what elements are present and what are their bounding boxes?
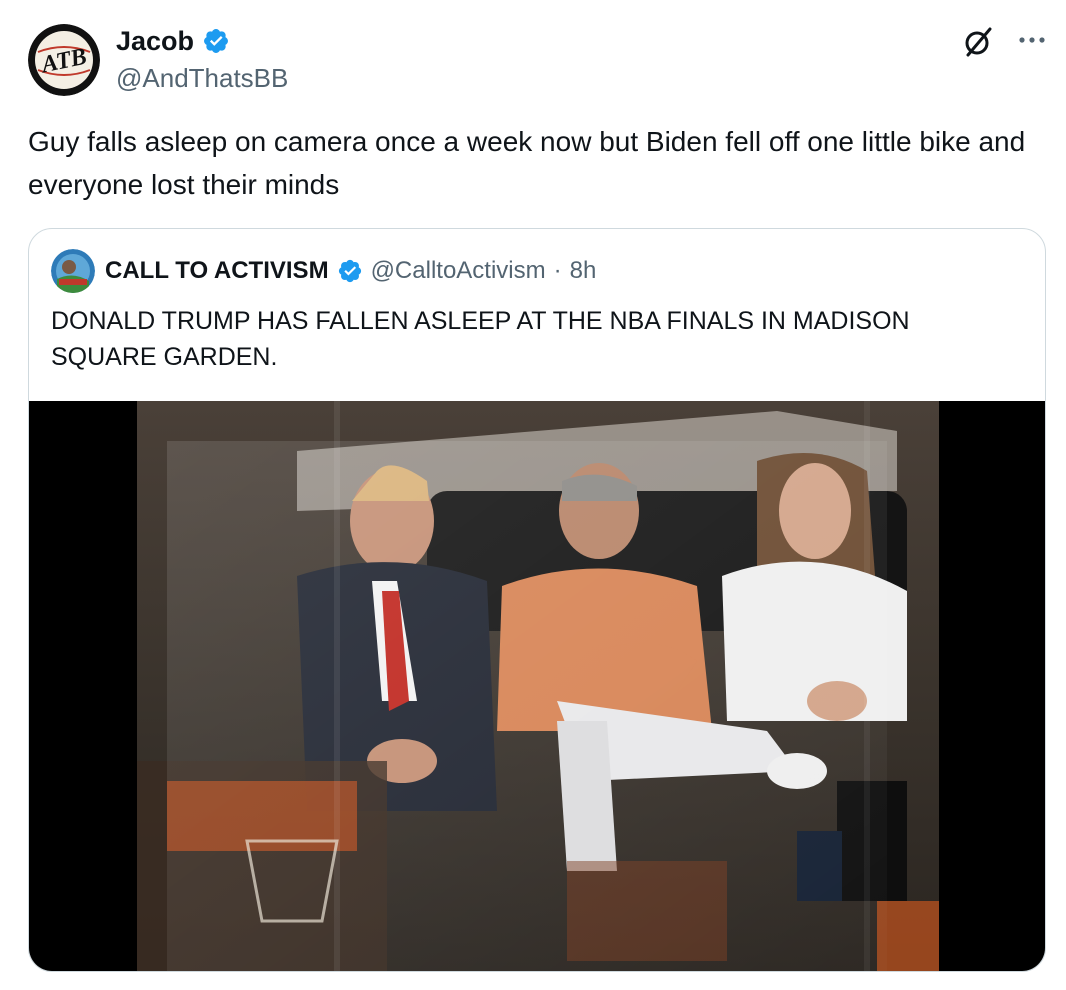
grok-icon[interactable] [960,24,996,60]
atb-logo-icon: ATB [28,24,100,96]
video-thumbnail[interactable] [137,401,939,972]
author-display-name[interactable]: Jacob [116,24,194,58]
verified-badge-icon [338,259,361,283]
quoted-tweet-text: DONALD TRUMP HAS FALLEN ASLEEP AT THE NB… [51,307,910,371]
avatar-image [51,249,95,293]
meta-separator: · [553,257,562,284]
quoted-author-name[interactable]: CALL TO ACTIVISM [105,255,329,287]
author-name-row[interactable]: Jacob [116,24,230,58]
verified-badge-icon [204,29,229,53]
quoted-tweet-header: CALL TO ACTIVISM @CalltoActivism · 8h [105,255,596,287]
quoted-media-container[interactable] [29,401,1045,972]
quoted-author-handle[interactable]: @CalltoActivism [371,255,546,287]
tweet-text: Guy falls asleep on camera once a week n… [28,126,1026,200]
author-handle[interactable]: @AndThatsBB [116,62,288,94]
more-icon[interactable] [1014,26,1050,54]
author-avatar[interactable]: ATB [28,24,100,96]
quoted-tweet-time[interactable]: 8h [570,255,597,287]
quoted-author-avatar[interactable] [51,249,95,293]
quoted-tweet-card[interactable]: CALL TO ACTIVISM @CalltoActivism · 8h DO… [28,228,1046,972]
